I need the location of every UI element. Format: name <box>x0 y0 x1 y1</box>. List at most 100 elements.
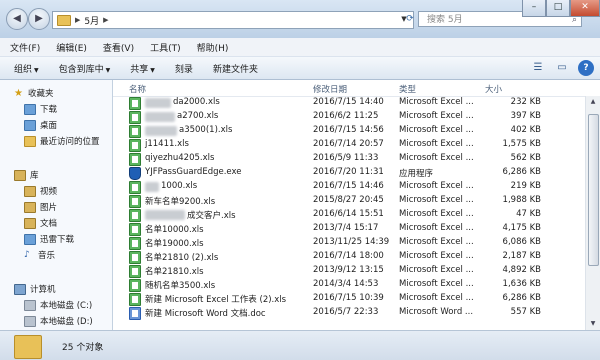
file-date: 2014/3/4 14:53 <box>313 279 379 289</box>
file-name: 名单19000.xls <box>145 239 204 249</box>
minimize-button[interactable]: – <box>522 0 546 17</box>
preview-pane-icon[interactable]: ▭ <box>554 60 570 76</box>
excel-file-icon <box>129 125 141 138</box>
table-row[interactable]: da2000.xls 2016/7/15 14:40 Microsoft Exc… <box>113 96 583 110</box>
table-row[interactable]: 名单21810 (2).xls 2016/7/14 18:00 Microsof… <box>113 250 583 264</box>
scroll-thumb[interactable] <box>588 114 599 266</box>
table-row[interactable]: 新建 Microsoft Excel 工作表 (2).xls 2016/7/15… <box>113 292 583 306</box>
file-name: j11411.xls <box>145 139 189 149</box>
table-row[interactable]: 新车名单9200.xls 2015/8/27 20:45 Microsoft E… <box>113 194 583 208</box>
nav-desktop[interactable]: 桌面 <box>24 118 57 132</box>
file-type: Microsoft Excel ... <box>399 251 474 261</box>
view-options-icon[interactable]: ☰ <box>530 60 546 76</box>
include-label: 包含到库中 <box>58 64 104 75</box>
file-date: 2016/5/9 11:33 <box>313 153 379 163</box>
nav-thunder[interactable]: 迅雷下载 <box>24 232 74 246</box>
share-button[interactable]: 共享 ▼ <box>130 62 155 75</box>
file-type: Microsoft Excel ... <box>399 279 474 289</box>
file-type: Microsoft Word ... <box>399 307 474 317</box>
file-date: 2016/7/15 14:40 <box>313 97 384 107</box>
file-size: 397 KB <box>510 111 541 121</box>
nav-music[interactable]: ♪ 音乐 <box>24 248 55 262</box>
nav-drive-d[interactable]: 本地磁盘 (D:) <box>24 314 93 328</box>
nav-recent[interactable]: 最近访问的位置 <box>24 134 100 148</box>
file-type: Microsoft Excel ... <box>399 195 474 205</box>
column-size[interactable]: 大小 <box>485 83 502 95</box>
table-row[interactable]: 名单19000.xls 2013/11/25 14:39 Microsoft E… <box>113 236 583 250</box>
file-name: 名单21810.xls <box>145 267 204 277</box>
file-size: 562 KB <box>510 153 541 163</box>
table-row[interactable]: j11411.xls 2016/7/14 20:57 Microsoft Exc… <box>113 138 583 152</box>
menu-file[interactable]: 文件(F) <box>10 41 40 54</box>
organize-button[interactable]: 组织 ▼ <box>14 62 39 75</box>
address-bar[interactable]: ▶ 5月 ▶ <box>52 11 414 29</box>
file-size: 557 KB <box>510 307 541 317</box>
column-header: 名称 修改日期 类型 大小 <box>113 80 600 97</box>
file-name: 名单10000.xls <box>145 225 204 235</box>
include-library-button[interactable]: 包含到库中 ▼ <box>59 62 111 75</box>
table-row[interactable]: 1000.xls 2016/7/15 14:46 Microsoft Excel… <box>113 180 583 194</box>
table-row[interactable]: 名单10000.xls 2013/7/4 15:17 Microsoft Exc… <box>113 222 583 236</box>
file-name: 1000.xls <box>161 181 198 191</box>
library-icon <box>14 169 26 181</box>
table-row[interactable]: 随机名单3500.xls 2014/3/4 14:53 Microsoft Ex… <box>113 278 583 292</box>
breadcrumb-current[interactable]: 5月 <box>84 14 99 27</box>
file-size: 6,286 KB <box>502 167 541 177</box>
scroll-down-icon[interactable]: ▼ <box>586 318 600 330</box>
table-row[interactable]: qiyezhu4205.xls 2016/5/9 11:33 Microsoft… <box>113 152 583 166</box>
help-icon[interactable]: ? <box>578 60 594 76</box>
file-date: 2016/7/20 11:31 <box>313 167 384 177</box>
drive-icon <box>24 315 36 327</box>
nav-favorites[interactable]: ★ 收藏夹 <box>14 86 54 100</box>
column-date[interactable]: 修改日期 <box>313 83 347 95</box>
redacted-name-part <box>145 182 159 192</box>
documents-library-icon <box>24 217 36 229</box>
table-row[interactable]: a3500(1).xls 2016/7/15 14:56 Microsoft E… <box>113 124 583 138</box>
menu-edit[interactable]: 编辑(E) <box>56 41 87 54</box>
table-row[interactable]: 名单21810.xls 2013/9/12 13:15 Microsoft Ex… <box>113 264 583 278</box>
status-bar: 25 个对象 <box>0 330 600 360</box>
file-date: 2016/6/2 11:25 <box>313 111 379 121</box>
column-name[interactable]: 名称 <box>129 83 146 95</box>
table-row[interactable]: a2700.xls 2016/6/2 11:25 Microsoft Excel… <box>113 110 583 124</box>
maximize-button[interactable]: □ <box>546 0 570 17</box>
nav-pictures[interactable]: 图片 <box>24 200 57 214</box>
table-row[interactable]: YJFPassGuardEdge.exe 2016/7/20 11:31 应用程… <box>113 166 583 180</box>
nav-computer[interactable]: 计算机 <box>14 282 56 296</box>
forward-button[interactable]: ▶ <box>28 8 50 30</box>
breadcrumb-arrow-icon: ▶ <box>103 16 109 24</box>
menu-tools[interactable]: 工具(T) <box>150 41 181 54</box>
nav-label: 音乐 <box>38 251 56 261</box>
back-button[interactable]: ◀ <box>6 8 28 30</box>
nav-libraries[interactable]: 库 <box>14 168 39 182</box>
video-library-icon <box>24 185 36 197</box>
file-date: 2016/7/14 18:00 <box>313 251 384 261</box>
chevron-down-icon: ▼ <box>34 66 39 74</box>
nav-videos[interactable]: 视频 <box>24 184 57 198</box>
table-row[interactable]: 成交客户.xls 2016/6/14 15:51 Microsoft Excel… <box>113 208 583 222</box>
nav-label: 图片 <box>40 203 58 213</box>
scroll-up-icon[interactable]: ▲ <box>586 96 600 108</box>
vertical-scrollbar[interactable]: ▲ ▼ <box>585 96 600 330</box>
table-row[interactable]: 新建 Microsoft Word 文档.doc 2016/5/7 22:33 … <box>113 306 583 320</box>
pictures-library-icon <box>24 201 36 213</box>
refresh-icon[interactable]: ⟳ <box>404 11 416 27</box>
search-placeholder: 搜索 5月 <box>427 15 463 25</box>
nav-drive-c[interactable]: 本地磁盘 (C:) <box>24 298 92 312</box>
window-controls: – □ ✕ <box>522 0 600 18</box>
excel-file-icon <box>129 181 141 194</box>
column-type[interactable]: 类型 <box>399 83 416 95</box>
file-date: 2013/9/12 13:15 <box>313 265 384 275</box>
menu-view[interactable]: 查看(V) <box>103 41 134 54</box>
nav-downloads[interactable]: 下载 <box>24 102 57 116</box>
close-button[interactable]: ✕ <box>570 0 600 17</box>
menu-help[interactable]: 帮助(H) <box>197 41 229 54</box>
desktop-icon <box>24 119 36 131</box>
nav-documents[interactable]: 文档 <box>24 216 57 230</box>
file-type: Microsoft Excel ... <box>399 209 474 219</box>
explorer-window: ◀ ▶ ▶ 5月 ▶ ▼ ⟳ 搜索 5月 ⌕ – □ ✕ 文件(F) 编辑(E)… <box>0 0 600 360</box>
new-folder-button[interactable]: 新建文件夹 <box>213 62 258 75</box>
excel-file-icon <box>129 97 141 110</box>
file-type: 应用程序 <box>399 169 434 179</box>
burn-button[interactable]: 刻录 <box>175 62 193 75</box>
